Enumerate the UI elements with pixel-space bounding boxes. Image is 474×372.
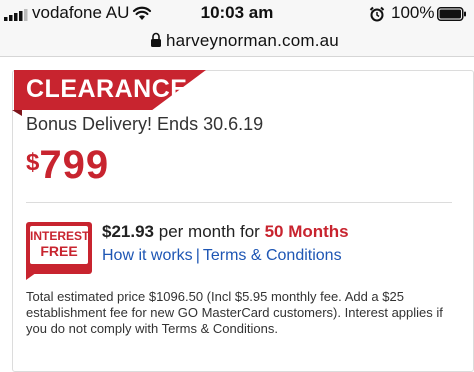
- address-bar[interactable]: harveynorman.com.au: [0, 28, 474, 57]
- interest-free-line1: INTEREST: [30, 229, 90, 243]
- per-month-text: per month for: [158, 222, 260, 241]
- interest-free-badge-inner: INTEREST FREE: [30, 226, 90, 264]
- months-term: 50 Months: [264, 222, 349, 241]
- terms-conditions-link[interactable]: Terms & Conditions: [203, 247, 342, 264]
- battery-percentage: 100%: [391, 3, 435, 22]
- interest-free-badge-tail: [26, 270, 40, 280]
- link-separator: |: [195, 247, 200, 264]
- finance-disclaimer: Total estimated price $1096.50 (Incl $5.…: [26, 289, 443, 336]
- interest-free-badge: INTEREST FREE: [26, 222, 92, 274]
- how-it-works-link[interactable]: How it works: [102, 247, 193, 264]
- clearance-badge-fold: [12, 110, 22, 116]
- divider: [26, 202, 452, 203]
- price-currency: $: [26, 149, 40, 176]
- lock-icon: [151, 32, 161, 47]
- promo-text: Bonus Delivery! Ends 30.6.19: [26, 114, 264, 134]
- product-price: $799: [26, 143, 109, 188]
- finance-links: How it works | Terms & Conditions: [102, 247, 342, 265]
- clearance-badge-label: CLEARANCE: [26, 75, 188, 103]
- url-text[interactable]: harveynorman.com.au: [166, 31, 339, 51]
- alarm-icon: [369, 6, 385, 22]
- monthly-payment: $21.93 per month for 50 Months: [102, 222, 349, 242]
- monthly-amount: $21.93: [102, 222, 154, 241]
- price-amount: 799: [39, 143, 110, 187]
- interest-free-line2: FREE: [40, 243, 78, 259]
- status-bar: vodafone AU 10:03 am 100%: [0, 0, 474, 28]
- battery-icon: [437, 7, 466, 21]
